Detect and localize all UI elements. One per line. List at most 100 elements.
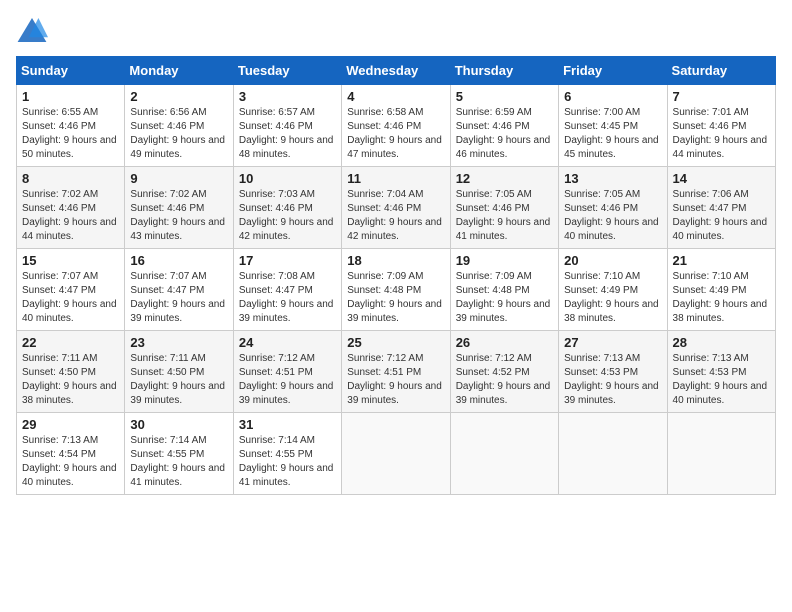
- day-number: 5: [456, 89, 553, 104]
- day-number: 15: [22, 253, 119, 268]
- day-number: 4: [347, 89, 444, 104]
- calendar-cell: 30Sunrise: 7:14 AMSunset: 4:55 PMDayligh…: [125, 413, 233, 495]
- day-number: 19: [456, 253, 553, 268]
- day-number: 2: [130, 89, 227, 104]
- day-info: Sunrise: 7:11 AMSunset: 4:50 PMDaylight:…: [22, 352, 119, 408]
- calendar-table: SundayMondayTuesdayWednesdayThursdayFrid…: [16, 56, 776, 495]
- calendar-cell: 23Sunrise: 7:11 AMSunset: 4:50 PMDayligh…: [125, 331, 233, 413]
- calendar-cell: 2 Sunrise: 6:56 AMSunset: 4:46 PMDaylight…: [125, 85, 233, 167]
- calendar-cell: 26 Sunrise: 7:12 AMSunset: 4:52 PMDayligh…: [450, 331, 558, 413]
- calendar-cell: 28 Sunrise: 7:13 AMSunset: 4:53 PMDayligh…: [667, 331, 775, 413]
- weekday-header-monday: Monday: [125, 57, 233, 85]
- calendar-cell: 25 Sunrise: 7:12 AMSunset: 4:51 PMDayligh…: [342, 331, 450, 413]
- day-info: Sunrise: 7:10 AMSunset: 4:49 PMDaylight:…: [564, 270, 661, 326]
- calendar-cell: 6Sunrise: 7:00 AMSunset: 4:45 PMDaylight…: [559, 85, 667, 167]
- day-number: 11: [347, 171, 444, 186]
- weekday-header-friday: Friday: [559, 57, 667, 85]
- day-number: 8: [22, 171, 119, 186]
- day-info: Sunrise: 7:13 AMSunset: 4:53 PMDaylight:…: [564, 352, 661, 408]
- calendar-cell: 21Sunrise: 7:10 AMSunset: 4:49 PMDayligh…: [667, 249, 775, 331]
- calendar-cell: 20 Sunrise: 7:10 AMSunset: 4:49 PMDayligh…: [559, 249, 667, 331]
- day-number: 9: [130, 171, 227, 186]
- calendar-cell: 9 Sunrise: 7:02 AMSunset: 4:46 PMDaylight…: [125, 167, 233, 249]
- calendar-cell: [559, 413, 667, 495]
- day-info: Sunrise: 7:00 AMSunset: 4:45 PMDaylight:…: [564, 106, 661, 162]
- day-info: Sunrise: 7:02 AMSunset: 4:46 PMDaylight:…: [130, 188, 227, 244]
- calendar-cell: 22 Sunrise: 7:11 AMSunset: 4:50 PMDayligh…: [17, 331, 125, 413]
- calendar-week-row: 8 Sunrise: 7:02 AMSunset: 4:46 PMDaylight…: [17, 167, 776, 249]
- calendar-cell: 7Sunrise: 7:01 AMSunset: 4:46 PMDaylight…: [667, 85, 775, 167]
- day-info: Sunrise: 7:05 AMSunset: 4:46 PMDaylight:…: [456, 188, 553, 244]
- day-number: 28: [673, 335, 770, 350]
- calendar-cell: 19 Sunrise: 7:09 AMSunset: 4:48 PMDayligh…: [450, 249, 558, 331]
- weekday-header-wednesday: Wednesday: [342, 57, 450, 85]
- calendar-week-row: 1 Sunrise: 6:55 AMSunset: 4:46 PMDaylight…: [17, 85, 776, 167]
- calendar-cell: 8 Sunrise: 7:02 AMSunset: 4:46 PMDaylight…: [17, 167, 125, 249]
- calendar-week-row: 29 Sunrise: 7:13 AMSunset: 4:54 PMDayligh…: [17, 413, 776, 495]
- calendar-header-row: SundayMondayTuesdayWednesdayThursdayFrid…: [17, 57, 776, 85]
- day-info: Sunrise: 7:09 AMSunset: 4:48 PMDaylight:…: [347, 270, 444, 326]
- day-number: 18: [347, 253, 444, 268]
- calendar-cell: 15 Sunrise: 7:07 AMSunset: 4:47 PMDayligh…: [17, 249, 125, 331]
- weekday-header-saturday: Saturday: [667, 57, 775, 85]
- day-number: 17: [239, 253, 336, 268]
- day-info: Sunrise: 7:06 AMSunset: 4:47 PMDaylight:…: [673, 188, 770, 244]
- day-info: Sunrise: 7:04 AMSunset: 4:46 PMDaylight:…: [347, 188, 444, 244]
- calendar-cell: 27 Sunrise: 7:13 AMSunset: 4:53 PMDayligh…: [559, 331, 667, 413]
- calendar-cell: 10Sunrise: 7:03 AMSunset: 4:46 PMDayligh…: [233, 167, 341, 249]
- day-number: 20: [564, 253, 661, 268]
- day-info: Sunrise: 7:13 AMSunset: 4:54 PMDaylight:…: [22, 434, 119, 490]
- calendar-cell: [667, 413, 775, 495]
- day-number: 13: [564, 171, 661, 186]
- day-info: Sunrise: 7:02 AMSunset: 4:46 PMDaylight:…: [22, 188, 119, 244]
- calendar-cell: 14Sunrise: 7:06 AMSunset: 4:47 PMDayligh…: [667, 167, 775, 249]
- day-info: Sunrise: 7:12 AMSunset: 4:51 PMDaylight:…: [239, 352, 336, 408]
- day-info: Sunrise: 7:10 AMSunset: 4:49 PMDaylight:…: [673, 270, 770, 326]
- calendar-cell: 1 Sunrise: 6:55 AMSunset: 4:46 PMDaylight…: [17, 85, 125, 167]
- weekday-header-sunday: Sunday: [17, 57, 125, 85]
- weekday-header-thursday: Thursday: [450, 57, 558, 85]
- calendar-cell: [342, 413, 450, 495]
- day-number: 27: [564, 335, 661, 350]
- calendar-week-row: 15 Sunrise: 7:07 AMSunset: 4:47 PMDayligh…: [17, 249, 776, 331]
- day-info: Sunrise: 7:14 AMSunset: 4:55 PMDaylight:…: [130, 434, 227, 490]
- day-info: Sunrise: 7:11 AMSunset: 4:50 PMDaylight:…: [130, 352, 227, 408]
- calendar-cell: 31Sunrise: 7:14 AMSunset: 4:55 PMDayligh…: [233, 413, 341, 495]
- logo: [16, 16, 52, 44]
- page-header: [16, 16, 776, 44]
- day-number: 26: [456, 335, 553, 350]
- day-info: Sunrise: 6:57 AMSunset: 4:46 PMDaylight:…: [239, 106, 336, 162]
- day-number: 24: [239, 335, 336, 350]
- day-info: Sunrise: 7:08 AMSunset: 4:47 PMDaylight:…: [239, 270, 336, 326]
- logo-icon: [16, 16, 48, 44]
- calendar-cell: 3 Sunrise: 6:57 AMSunset: 4:46 PMDaylight…: [233, 85, 341, 167]
- day-info: Sunrise: 7:07 AMSunset: 4:47 PMDaylight:…: [22, 270, 119, 326]
- day-info: Sunrise: 6:58 AMSunset: 4:46 PMDaylight:…: [347, 106, 444, 162]
- calendar-cell: 13Sunrise: 7:05 AMSunset: 4:46 PMDayligh…: [559, 167, 667, 249]
- weekday-header-tuesday: Tuesday: [233, 57, 341, 85]
- calendar-cell: 24 Sunrise: 7:12 AMSunset: 4:51 PMDayligh…: [233, 331, 341, 413]
- day-info: Sunrise: 7:01 AMSunset: 4:46 PMDaylight:…: [673, 106, 770, 162]
- day-number: 25: [347, 335, 444, 350]
- day-info: Sunrise: 7:12 AMSunset: 4:51 PMDaylight:…: [347, 352, 444, 408]
- calendar-cell: 12Sunrise: 7:05 AMSunset: 4:46 PMDayligh…: [450, 167, 558, 249]
- day-number: 3: [239, 89, 336, 104]
- day-info: Sunrise: 7:03 AMSunset: 4:46 PMDaylight:…: [239, 188, 336, 244]
- day-info: Sunrise: 6:55 AMSunset: 4:46 PMDaylight:…: [22, 106, 119, 162]
- calendar-cell: 17 Sunrise: 7:08 AMSunset: 4:47 PMDayligh…: [233, 249, 341, 331]
- calendar-week-row: 22 Sunrise: 7:11 AMSunset: 4:50 PMDayligh…: [17, 331, 776, 413]
- day-info: Sunrise: 7:09 AMSunset: 4:48 PMDaylight:…: [456, 270, 553, 326]
- calendar-cell: 18 Sunrise: 7:09 AMSunset: 4:48 PMDayligh…: [342, 249, 450, 331]
- calendar-cell: 16Sunrise: 7:07 AMSunset: 4:47 PMDayligh…: [125, 249, 233, 331]
- day-number: 22: [22, 335, 119, 350]
- day-info: Sunrise: 7:14 AMSunset: 4:55 PMDaylight:…: [239, 434, 336, 490]
- day-number: 29: [22, 417, 119, 432]
- day-info: Sunrise: 7:12 AMSunset: 4:52 PMDaylight:…: [456, 352, 553, 408]
- day-info: Sunrise: 6:56 AMSunset: 4:46 PMDaylight:…: [130, 106, 227, 162]
- day-info: Sunrise: 7:13 AMSunset: 4:53 PMDaylight:…: [673, 352, 770, 408]
- day-number: 1: [22, 89, 119, 104]
- calendar-cell: 5Sunrise: 6:59 AMSunset: 4:46 PMDaylight…: [450, 85, 558, 167]
- calendar-cell: 29 Sunrise: 7:13 AMSunset: 4:54 PMDayligh…: [17, 413, 125, 495]
- page-container: SundayMondayTuesdayWednesdayThursdayFrid…: [0, 0, 792, 503]
- day-info: Sunrise: 7:07 AMSunset: 4:47 PMDaylight:…: [130, 270, 227, 326]
